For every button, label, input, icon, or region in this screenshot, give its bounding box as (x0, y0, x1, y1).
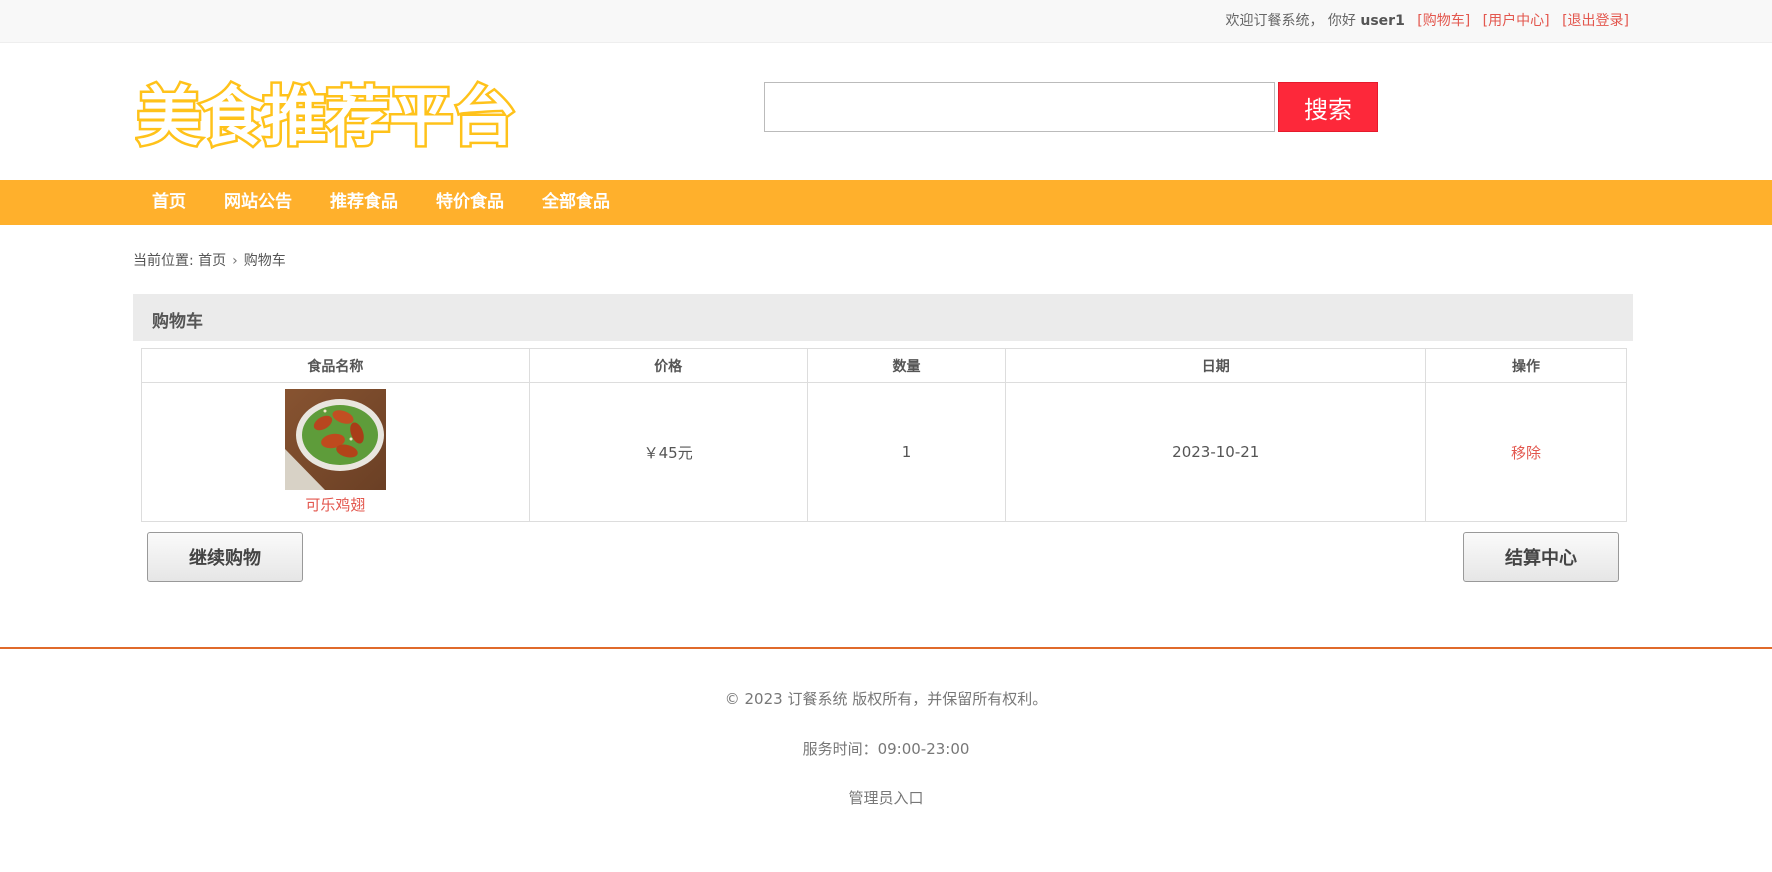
footer-hours: 服务时间：09:00-23:00 (802, 740, 970, 758)
username: user1 (1360, 13, 1405, 29)
cart-link[interactable]: [购物车] (1417, 13, 1470, 29)
col-header-action: 操作 (1425, 348, 1627, 383)
action-cell: 移除 (1425, 382, 1627, 522)
breadcrumb-current: 购物车 (243, 253, 286, 269)
breadcrumb-home[interactable]: 首页 (198, 253, 226, 269)
col-header-price: 价格 (528, 348, 808, 383)
site-logo[interactable]: 美食推荐平台 (135, 69, 535, 159)
panel-title: 购物车 (152, 312, 203, 332)
footer-copyright: © 2023 订餐系统 版权所有，并保留所有权利。 (724, 690, 1048, 708)
chevron-right-icon: › (232, 253, 238, 269)
nav-item-all-foods[interactable]: 全部食品 (542, 180, 610, 225)
nav-item-specials[interactable]: 特价食品 (436, 180, 504, 225)
user-greeting: 欢迎订餐系统， 你好 user1 [购物车] [用户中心] [退出登录] (1225, 10, 1629, 30)
breadcrumb: 当前位置: 首页 › 购物车 (133, 250, 286, 270)
top-bar: 欢迎订餐系统， 你好 user1 [购物车] [用户中心] [退出登录] (0, 0, 1772, 43)
admin-entry-link[interactable]: 管理员入口 (848, 789, 923, 807)
price-cell: ￥45元 (528, 382, 808, 522)
footer: © 2023 订餐系统 版权所有，并保留所有权利。 服务时间：09:00-23:… (0, 647, 1772, 872)
continue-shopping-button[interactable]: 继续购物 (147, 532, 303, 582)
nav-item-recommended[interactable]: 推荐食品 (330, 180, 398, 225)
col-header-qty: 数量 (806, 348, 1007, 383)
welcome-text: 欢迎订餐系统， (1225, 13, 1324, 29)
remove-link[interactable]: 移除 (1511, 444, 1541, 462)
date-cell: 2023-10-21 (1005, 382, 1427, 522)
checkout-button[interactable]: 结算中心 (1463, 532, 1619, 582)
breadcrumb-prefix: 当前位置: (133, 253, 194, 269)
food-name-link[interactable]: 可乐鸡翅 (142, 494, 529, 515)
table-header-row: 食品名称 价格 数量 日期 操作 (141, 348, 1627, 383)
col-header-name: 食品名称 (141, 348, 530, 383)
search-input[interactable] (764, 82, 1275, 132)
main-nav: 首页 网站公告 推荐食品 特价食品 全部食品 (0, 180, 1772, 225)
table-row: 可乐鸡翅 ￥45元 1 2023-10-21 移除 (141, 382, 1627, 522)
col-header-date: 日期 (1005, 348, 1427, 383)
header: 美食推荐平台 搜索 (0, 43, 1772, 180)
user-center-link[interactable]: [用户中心] (1483, 13, 1550, 29)
nav-item-announcements[interactable]: 网站公告 (224, 180, 292, 225)
cart-table: 食品名称 价格 数量 日期 操作 可乐鸡翅 ￥45元 1 2023-10-21 … (141, 348, 1627, 522)
cart-panel-header: 购物车 (133, 294, 1633, 341)
logout-link[interactable]: [退出登录] (1562, 13, 1629, 29)
food-cell: 可乐鸡翅 (141, 382, 530, 522)
nav-item-home[interactable]: 首页 (152, 180, 186, 225)
food-image[interactable] (284, 389, 386, 490)
greeting-text: 你好 (1327, 13, 1356, 29)
search-button[interactable]: 搜索 (1278, 82, 1378, 132)
logo-text: 美食推荐平台 (137, 81, 515, 155)
qty-cell: 1 (806, 382, 1007, 522)
